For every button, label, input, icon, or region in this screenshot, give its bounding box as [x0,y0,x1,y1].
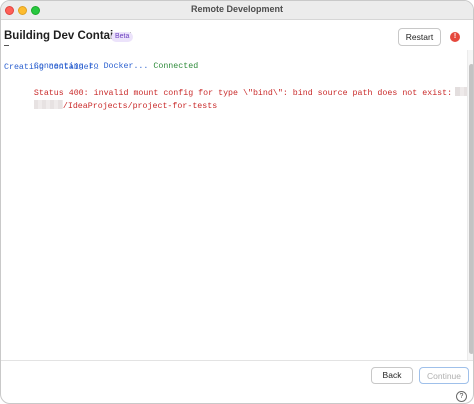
window-title: Remote Development [190,4,284,14]
continue-button[interactable]: Continue [419,367,469,384]
footer-divider [1,360,473,361]
redacted-path-segment [33,99,63,109]
log-status-connected: Connected [153,61,199,71]
log-error-path: /IdeaProjects/project-for-tests [62,101,218,111]
back-button[interactable]: Back [371,367,413,384]
log-scrollbar-thumb[interactable] [469,64,473,354]
restart-button[interactable]: Restart [398,28,441,46]
remote-development-window: Remote Development Building Dev Containe… [0,0,474,404]
log-line-error-path: /IdeaProjects/project-for-tests [4,87,217,126]
log-scrollbar[interactable] [467,50,473,360]
log-output: Connecting to Docker... Connected Creati… [1,45,473,360]
beta-badge: Beta [111,32,134,42]
error-indicator-icon[interactable]: ! [450,32,460,42]
help-icon[interactable]: ? [456,391,467,402]
log-caret-mark [4,45,9,46]
log-line-creating: Creating container… [4,63,99,72]
title-bar: Remote Development [1,1,473,20]
